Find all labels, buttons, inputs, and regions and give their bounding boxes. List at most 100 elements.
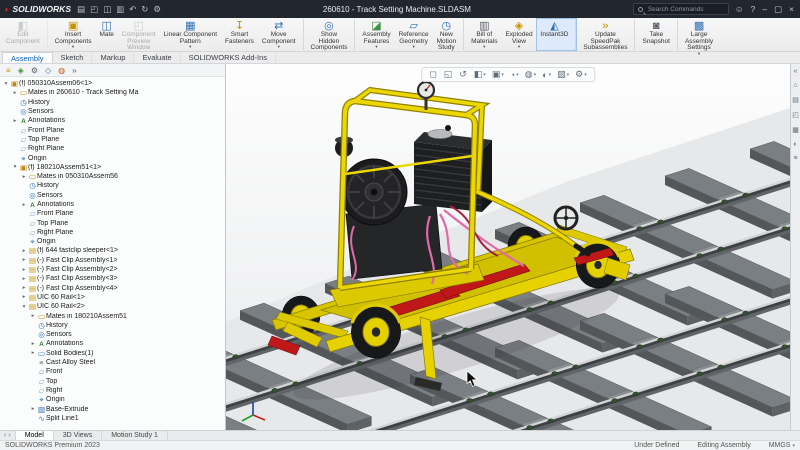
ribbon-button[interactable]: Assembly Features ▾ — [358, 19, 394, 50]
tree-item[interactable]: (f) 050310Assem06<1> — [0, 79, 225, 88]
task-pane-icon[interactable] — [793, 155, 797, 162]
document-tab[interactable]: 3D Views — [54, 431, 102, 440]
quick-access-icon[interactable] — [90, 4, 98, 15]
panel-tab-icon[interactable] — [58, 66, 65, 75]
panel-tab-icon[interactable] — [6, 66, 11, 75]
tree-item[interactable]: Base-Extrude — [0, 404, 225, 413]
tree-item[interactable]: Right Plane — [0, 144, 225, 153]
window-control-icon[interactable] — [774, 4, 782, 15]
graphics-viewport[interactable]: ▾ ▾ ▾ ▾ — [226, 64, 790, 430]
tree-expander-icon[interactable] — [20, 304, 28, 310]
tab-scroll-right-icon[interactable]: › — [8, 432, 10, 439]
tree-expander-icon[interactable] — [2, 81, 10, 87]
tree-item[interactable]: (-) Fast Clip Assembly<1> — [0, 256, 225, 265]
tree-item[interactable]: Mates in 260610 - Track Setting Ma — [0, 88, 225, 97]
tree-item[interactable]: Mates in 050310Assem56 — [0, 172, 225, 181]
panel-tab-icon[interactable] — [72, 66, 76, 75]
window-control-icon[interactable] — [789, 4, 794, 14]
view-tool[interactable]: ▾ — [557, 69, 569, 80]
tree-item[interactable]: Sensors — [0, 330, 225, 339]
task-pane-icon[interactable] — [793, 82, 797, 89]
document-tab[interactable]: Model — [16, 431, 54, 440]
status-item[interactable]: Under Defined — [634, 442, 681, 449]
ribbon-button[interactable]: Component Preview Window — [118, 19, 160, 50]
quick-access-icon[interactable] — [141, 4, 148, 15]
tree-expander-icon[interactable] — [20, 257, 28, 263]
tree-item[interactable]: History — [0, 98, 225, 107]
command-tab[interactable]: Evaluate — [134, 52, 180, 63]
tree-item[interactable]: Annotations — [0, 116, 225, 125]
view-tool[interactable]: ▾ — [575, 69, 587, 80]
window-control-icon[interactable] — [762, 4, 767, 14]
tree-item[interactable]: (f) 644 fastclip sleeper<1> — [0, 246, 225, 255]
quick-access-icon[interactable] — [103, 4, 111, 15]
panel-tab-icon[interactable] — [18, 66, 24, 75]
tree-item[interactable]: Top Plane — [0, 218, 225, 227]
tree-item[interactable]: History — [0, 321, 225, 330]
tree-item[interactable]: Front Plane — [0, 209, 225, 218]
view-tool[interactable]: ▾ — [542, 70, 551, 80]
ribbon-button[interactable]: Exploded View ▾ — [501, 19, 536, 50]
status-item[interactable]: Editing Assembly — [697, 442, 752, 449]
tree-item[interactable]: (f) 180210Assem51<1> — [0, 163, 225, 172]
view-tool[interactable]: ▾ — [510, 70, 519, 80]
panel-tab-icon[interactable] — [45, 66, 51, 75]
tree-item[interactable]: Front — [0, 367, 225, 376]
ribbon-button[interactable]: Mate — [95, 19, 117, 50]
tree-expander-icon[interactable] — [29, 406, 37, 412]
ribbon-button[interactable]: Instant3D — [537, 19, 577, 50]
tree-item[interactable]: UIC 60 Rail<2> — [0, 302, 225, 311]
tree-item[interactable]: Origin — [0, 153, 225, 162]
tree-item[interactable]: Right — [0, 386, 225, 395]
panel-tab-icon[interactable] — [31, 66, 38, 75]
ribbon-button[interactable]: New Motion Study — [433, 19, 465, 50]
tree-expander-icon[interactable] — [20, 202, 28, 208]
ribbon-button[interactable]: Insert Components ▾ — [51, 19, 96, 50]
tree-item[interactable]: Top Plane — [0, 135, 225, 144]
quick-access-icon[interactable] — [77, 4, 85, 15]
command-tab[interactable]: SOLIDWORKS Add-Ins — [181, 52, 276, 63]
quick-access-icon[interactable] — [153, 4, 161, 15]
tree-item[interactable]: Annotations — [0, 339, 225, 348]
tree-item[interactable]: Cast Alloy Steel — [0, 358, 225, 367]
window-control-icon[interactable] — [751, 4, 756, 14]
ribbon-button[interactable]: Bill of Materials ▾ — [467, 19, 501, 50]
tree-item[interactable]: (-) Fast Clip Assembly<3> — [0, 274, 225, 283]
task-pane-icon[interactable] — [792, 126, 799, 134]
view-tool[interactable] — [429, 69, 437, 80]
ribbon-button[interactable]: Take Snapshot — [638, 19, 677, 50]
tree-expander-icon[interactable] — [29, 350, 37, 356]
task-pane-icon[interactable] — [794, 68, 798, 75]
ribbon-button[interactable]: Large Assembly Settings ▾ — [681, 19, 717, 50]
status-item[interactable]: MMGS ▾ — [769, 442, 795, 449]
tab-scroll-arrows[interactable]: ‹ › — [0, 431, 16, 440]
view-tool[interactable]: ▾ — [492, 69, 504, 80]
ribbon-button[interactable]: Edit Component — [2, 19, 48, 50]
tree-expander-icon[interactable] — [11, 118, 19, 124]
tree-expander-icon[interactable] — [20, 267, 28, 273]
view-tool[interactable]: ▾ — [474, 69, 486, 80]
ribbon-button[interactable]: Move Component ▾ — [258, 19, 304, 50]
ribbon-button[interactable]: Reference Geometry ▾ — [395, 19, 433, 50]
tree-item[interactable]: Sensors — [0, 191, 225, 200]
ribbon-button[interactable]: Update SpeedPak Subassemblies — [579, 19, 635, 50]
tree-item[interactable]: Front Plane — [0, 125, 225, 134]
tree-item[interactable]: (-) Fast Clip Assembly<4> — [0, 284, 225, 293]
tree-item[interactable]: Mates in 180210Assem51 — [0, 311, 225, 320]
tree-item[interactable]: UIC 60 Rail<1> — [0, 293, 225, 302]
view-tool[interactable] — [459, 69, 468, 80]
tree-item[interactable]: Annotations — [0, 200, 225, 209]
tree-item[interactable]: Origin — [0, 395, 225, 404]
task-pane-icon[interactable] — [792, 111, 799, 119]
quick-access-icon[interactable] — [116, 4, 124, 15]
tree-item[interactable]: Origin — [0, 237, 225, 246]
tree-expander-icon[interactable] — [20, 294, 28, 300]
tree-expander-icon[interactable] — [20, 276, 28, 282]
tree-expander-icon[interactable] — [20, 285, 28, 291]
tab-scroll-left-icon[interactable]: ‹ — [4, 432, 6, 439]
command-tab[interactable]: Markup — [92, 52, 134, 63]
command-tab[interactable]: Assembly — [2, 52, 53, 63]
tree-expander-icon[interactable] — [11, 164, 19, 170]
view-tool[interactable] — [444, 69, 454, 80]
command-search[interactable] — [633, 3, 729, 15]
